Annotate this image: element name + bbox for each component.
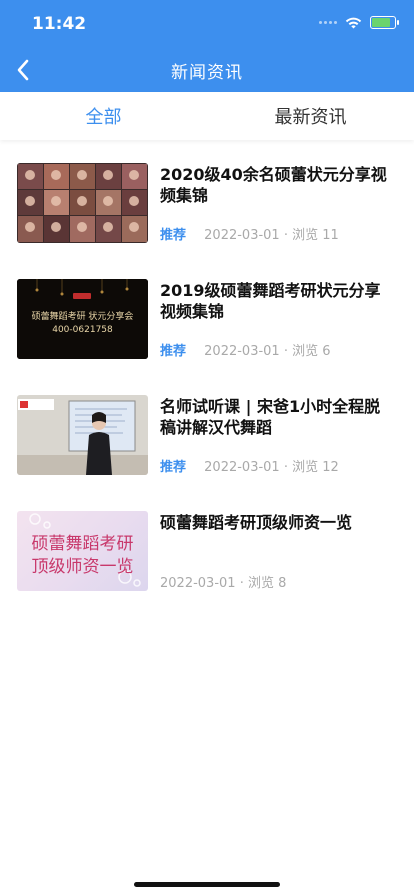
thumb-phone: 400-0621758 [52, 325, 113, 335]
thumb-line-1: 硕蕾舞蹈考研 [31, 534, 134, 554]
tab-bar: 全部 最新资讯 [0, 92, 414, 140]
thumb-caption: 硕蕾舞蹈考研 状元分享会 [31, 312, 134, 322]
meta-separator: · [283, 344, 293, 359]
page-title: 新闻资讯 [171, 63, 243, 83]
news-title: 2019级硕蕾舞蹈考研状元分享视频集锦 [160, 281, 381, 321]
meta-separator: · [283, 460, 293, 475]
news-date: 2022-03-01 [204, 228, 280, 243]
news-meta: 推荐 2022-03-01 · 浏览 12 [160, 456, 339, 475]
meta-separator: · [239, 576, 248, 591]
news-date: 2022-03-01 [204, 344, 280, 359]
home-indicator [134, 882, 280, 887]
recommend-tag: 推荐 [160, 344, 187, 359]
recommend-tag: 推荐 [160, 460, 187, 475]
tab-latest-news[interactable]: 最新资讯 [207, 92, 414, 140]
news-thumbnail: 硕蕾舞蹈考研 状元分享会 400-0621758 [17, 279, 148, 359]
battery-icon [370, 16, 399, 29]
status-time: 11:42 [32, 14, 87, 34]
news-views: 浏览 11 [292, 228, 339, 243]
thumb-line-2: 顶级师资一览 [31, 557, 134, 577]
news-thumbnail: 硕蕾舞蹈考研 顶级师资一览 [17, 511, 148, 591]
recommend-tag: 推荐 [160, 228, 187, 243]
news-views: 浏览 12 [292, 460, 339, 475]
news-item[interactable]: 硕蕾舞蹈考研 状元分享会 400-0621758 2019级硕蕾舞蹈考研状元分享… [17, 279, 397, 359]
news-views: 浏览 6 [292, 344, 331, 359]
news-title: 硕蕾舞蹈考研顶级师资一览 [160, 513, 353, 532]
meta-separator: · [283, 228, 293, 243]
news-item[interactable]: 2020级40余名硕蕾状元分享视频集锦 推荐 2022-03-01 · 浏览 1… [17, 163, 397, 243]
top-bar: 11:42 新闻资讯 [0, 0, 414, 92]
news-title: 名师试听课 | 宋爸1小时全程脱稿讲解汉代舞蹈 [160, 397, 381, 437]
news-meta: 推荐 2022-03-01 · 浏览 6 [160, 340, 331, 359]
status-indicators [319, 16, 399, 29]
news-date: 2022-03-01 [204, 460, 280, 475]
news-item[interactable]: 名师试听课 | 宋爸1小时全程脱稿讲解汉代舞蹈 推荐 2022-03-01 · … [17, 395, 397, 475]
news-date: 2022-03-01 [160, 576, 236, 591]
news-title: 2020级40余名硕蕾状元分享视频集锦 [160, 165, 387, 205]
news-meta: 推荐 2022-03-01 · 浏览 11 [160, 224, 339, 243]
news-views: 浏览 8 [247, 576, 287, 591]
news-thumbnail [17, 395, 148, 475]
news-meta: 2022-03-01 · 浏览 8 [160, 572, 286, 591]
news-thumbnail [17, 163, 148, 243]
signal-icon [319, 21, 337, 24]
tab-all[interactable]: 全部 [0, 92, 207, 140]
wifi-icon [345, 17, 362, 28]
news-item[interactable]: 硕蕾舞蹈考研 顶级师资一览 硕蕾舞蹈考研顶级师资一览 2022-03-01 · … [17, 511, 397, 591]
